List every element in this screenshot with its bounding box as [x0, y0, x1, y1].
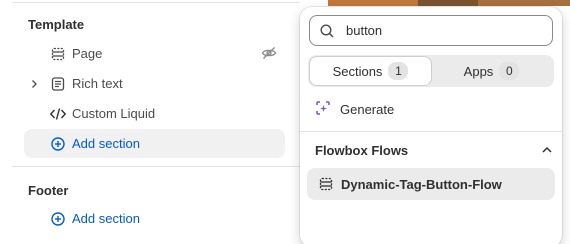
add-section-button-footer[interactable]: Add section: [24, 204, 285, 233]
preview-image-strip: [328, 0, 570, 6]
tab-apps[interactable]: Apps 0: [431, 57, 552, 85]
sidebar-top-divider: [12, 2, 300, 3]
code-icon: [46, 104, 70, 124]
generate-button[interactable]: Generate: [314, 99, 394, 120]
search-field[interactable]: [309, 15, 553, 46]
add-section-button-template[interactable]: Add section: [24, 129, 285, 158]
sidebar-item-rich-text[interactable]: Rich text: [24, 69, 285, 98]
chevron-right-icon[interactable]: [24, 79, 44, 89]
search-input[interactable]: [344, 23, 534, 38]
tab-label: Sections: [332, 63, 383, 79]
add-section-label: Add section: [72, 136, 140, 151]
section-app-tabs: Sections 1 Apps 0: [308, 55, 554, 87]
section-result-item[interactable]: Dynamic-Tag-Button-Flow: [307, 168, 555, 200]
count-badge: 1: [388, 62, 409, 80]
search-icon: [310, 23, 344, 39]
eye-hidden-icon[interactable]: [261, 45, 277, 64]
footer-heading: Footer: [28, 183, 69, 198]
count-badge: 0: [499, 62, 520, 80]
sidebar-item-page[interactable]: Page: [24, 39, 285, 68]
plus-circle-icon: [46, 209, 70, 229]
text-block-icon: [46, 74, 70, 94]
generate-label: Generate: [340, 102, 395, 117]
sidebar-section-divider: [12, 166, 300, 167]
page-layout-icon: [46, 44, 70, 64]
sidebar-item-custom-liquid[interactable]: Custom Liquid: [24, 99, 285, 128]
sparkle-generate-icon: [314, 99, 332, 120]
group-title: Flowbox Flows: [315, 143, 409, 158]
theme-editor-sidebar: Template Page Rich text Custom Liquid Ad…: [0, 0, 300, 244]
tab-sections[interactable]: Sections 1: [310, 57, 431, 85]
add-section-label: Add section: [72, 211, 140, 226]
tab-label: Apps: [463, 63, 494, 79]
chevron-up-icon[interactable]: [541, 143, 553, 158]
sidebar-item-label: Custom Liquid: [72, 106, 156, 121]
section-layout-icon: [311, 176, 341, 192]
sidebar-item-label: Rich text: [72, 76, 123, 91]
popover-divider: [300, 131, 562, 132]
section-result-label: Dynamic-Tag-Button-Flow: [341, 176, 502, 192]
sidebar-item-label: Page: [72, 46, 103, 61]
plus-circle-icon: [46, 134, 70, 154]
add-section-popover: Sections 1 Apps 0 Generate Flowbox Flows…: [300, 7, 562, 244]
template-heading: Template: [28, 17, 85, 32]
group-header-flowbox[interactable]: Flowbox Flows: [315, 143, 553, 158]
